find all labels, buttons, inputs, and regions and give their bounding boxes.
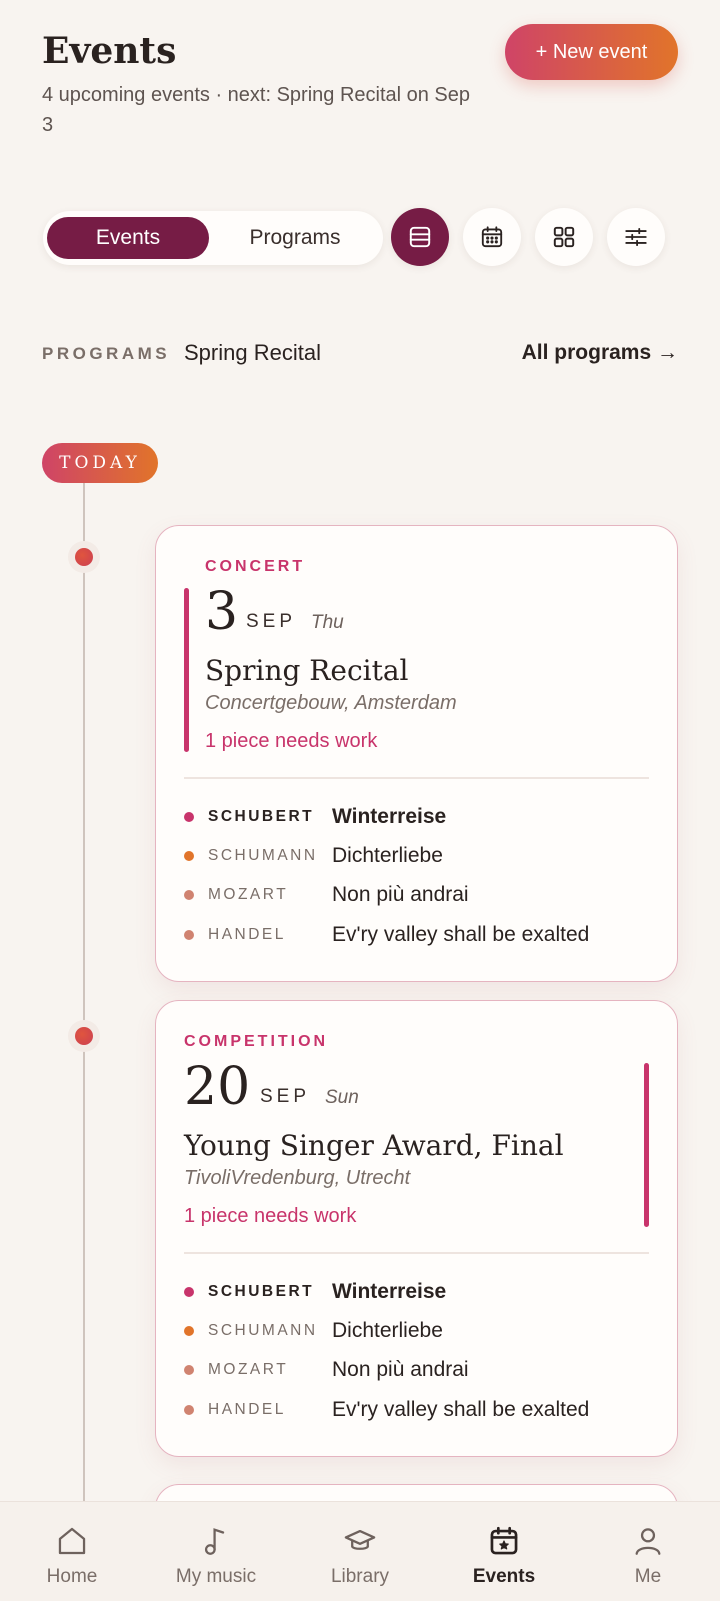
piece-work: Non più andrai [332, 883, 469, 906]
programs-label: PROGRAMS [42, 344, 171, 363]
event-status: 1 piece needs work [205, 730, 378, 752]
piece-work: Dichterliebe [332, 844, 443, 867]
event-venue: Concertgebouw, Amsterdam [205, 692, 457, 714]
piece-composer: HANDEL [208, 926, 286, 943]
today-marker: TODAY [42, 443, 158, 483]
piece-status-dot [184, 1326, 194, 1336]
nav-home[interactable]: Home [0, 1502, 144, 1601]
piece-work: Non più andrai [332, 1358, 469, 1381]
bottom-nav: Home My music Library Events Me [0, 1501, 720, 1601]
piece-status-dot [184, 851, 194, 861]
nav-label: Me [634, 1566, 662, 1587]
event-title: Young Singer Award, Final [184, 1129, 564, 1162]
piece-composer: HANDEL [208, 1401, 286, 1418]
page-title: Events [42, 30, 177, 72]
piece-status-dot [184, 1287, 194, 1297]
piece-composer: SCHUMANN [208, 1322, 318, 1339]
piece-work: Ev'ry valley shall be exalted [332, 923, 590, 946]
piece-composer: SCHUMANN [208, 847, 318, 864]
graduation-cap-icon [344, 1529, 376, 1550]
piece-row[interactable]: SCHUMANN Dichterliebe [184, 841, 657, 871]
piece-row[interactable]: MOZART Non più andrai [184, 1355, 657, 1385]
new-event-button[interactable]: + New event [505, 24, 678, 80]
nav-events[interactable]: Events [432, 1502, 576, 1601]
event-type: CONCERT [205, 558, 306, 575]
piece-status-dot [184, 930, 194, 940]
home-icon [58, 1527, 86, 1555]
calendar-icon [481, 226, 503, 248]
event-day: 3 [205, 582, 239, 642]
piece-composer: SCHUBERT [208, 1283, 315, 1300]
card-accent-bar [644, 1063, 649, 1227]
piece-composer: SCHUBERT [208, 808, 315, 825]
piece-work: Winterreise [332, 805, 447, 828]
piece-status-dot [184, 1365, 194, 1375]
event-venue: TivoliVredenburg, Utrecht [184, 1167, 411, 1189]
filter-button[interactable] [607, 208, 665, 266]
piece-row[interactable]: MOZART Non più andrai [184, 880, 657, 910]
segment-events[interactable]: Events [47, 217, 209, 259]
nav-library[interactable]: Library [288, 1502, 432, 1601]
piece-composer: MOZART [208, 1361, 289, 1378]
event-month: SEP [260, 1086, 311, 1107]
grid-view-icon [553, 226, 575, 248]
list-view-button[interactable] [391, 208, 449, 266]
event-month: SEP [246, 611, 297, 632]
filter-sliders-icon [625, 227, 647, 247]
piece-status-dot [184, 890, 194, 900]
nav-label: Events [472, 1566, 536, 1587]
piece-work: Dichterliebe [332, 1319, 443, 1342]
list-view-icon [409, 226, 431, 248]
calendar-view-button[interactable] [463, 208, 521, 266]
piece-status-dot [184, 812, 194, 822]
event-card[interactable]: COMPETITION 20 SEP Sun Young Singer Awar… [155, 1000, 678, 1457]
music-note-icon [204, 1528, 225, 1555]
nav-label: Library [330, 1566, 390, 1587]
card-accent-bar [184, 588, 189, 752]
page-subtitle: 4 upcoming events · next: Spring Recital… [42, 84, 471, 136]
piece-row[interactable]: HANDEL Ev'ry valley shall be exalted [184, 920, 657, 950]
events-programs-toggle: Events Programs [43, 211, 383, 265]
grid-view-button[interactable] [535, 208, 593, 266]
event-type: COMPETITION [184, 1033, 329, 1050]
nav-me[interactable]: Me [576, 1502, 720, 1601]
piece-status-dot [184, 1405, 194, 1415]
nav-my-music[interactable]: My music [144, 1502, 288, 1601]
card-divider [184, 1252, 649, 1254]
card-divider [184, 777, 649, 779]
event-card[interactable]: CONCERT 3 SEP Thu Spring Recital Concert… [155, 525, 678, 982]
timeline-dot [68, 1020, 100, 1052]
segment-programs[interactable]: Programs [215, 217, 375, 259]
event-weekday: Sun [325, 1087, 359, 1108]
all-programs-link[interactable]: All programs → [522, 341, 678, 365]
person-icon [635, 1528, 661, 1555]
timeline-dot [68, 541, 100, 573]
piece-work: Ev'ry valley shall be exalted [332, 1398, 590, 1421]
current-program[interactable]: Spring Recital [184, 340, 321, 366]
piece-row[interactable]: SCHUMANN Dichterliebe [184, 1316, 657, 1346]
piece-row[interactable]: SCHUBERT Winterreise [184, 1277, 657, 1307]
piece-row[interactable]: SCHUBERT Winterreise [184, 802, 657, 832]
timeline-line [83, 483, 85, 1501]
calendar-star-icon [490, 1526, 518, 1555]
piece-composer: MOZART [208, 886, 289, 903]
event-weekday: Thu [311, 612, 344, 633]
piece-work: Winterreise [332, 1280, 447, 1303]
nav-label: My music [175, 1566, 257, 1587]
event-title: Spring Recital [205, 654, 409, 687]
piece-row[interactable]: HANDEL Ev'ry valley shall be exalted [184, 1395, 657, 1425]
event-day: 20 [184, 1057, 251, 1117]
event-status: 1 piece needs work [184, 1205, 357, 1227]
nav-label: Home [46, 1566, 98, 1587]
